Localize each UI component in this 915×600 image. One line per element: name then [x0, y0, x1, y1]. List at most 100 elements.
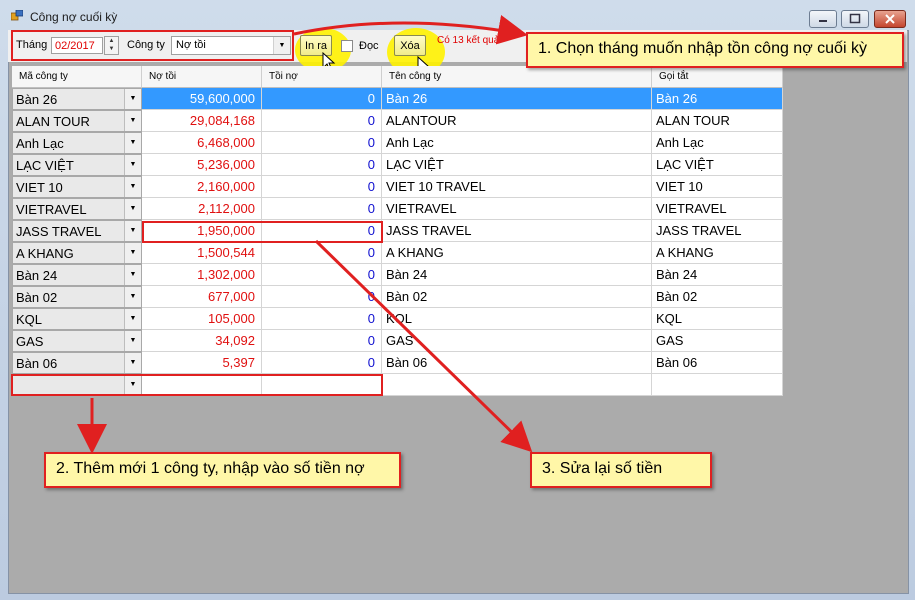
company-name-cell[interactable]: Bàn 02: [382, 286, 652, 308]
paid-cell[interactable]: 0: [262, 264, 382, 286]
company-name-cell[interactable]: A KHANG: [382, 242, 652, 264]
minimize-button[interactable]: [809, 10, 837, 28]
company-code-select[interactable]: GAS ▼: [12, 330, 142, 352]
table-row[interactable]: Bàn 06 ▼ 5,397 0 Bàn 06 Bàn 06: [12, 352, 783, 374]
delete-button[interactable]: Xóa: [394, 35, 426, 56]
company-name-cell[interactable]: JASS TRAVEL: [382, 220, 652, 242]
table-row[interactable]: A KHANG ▼ 1,500,544 0 A KHANG A KHANG: [12, 242, 783, 264]
company-name-cell[interactable]: KQL: [382, 308, 652, 330]
chevron-down-icon[interactable]: ▼: [124, 199, 141, 219]
debt-cell[interactable]: 34,092: [142, 330, 262, 352]
maximize-button[interactable]: [841, 10, 869, 28]
chevron-down-icon[interactable]: ▼: [124, 133, 141, 153]
column-header-debt[interactable]: Nợ tồi: [142, 66, 262, 88]
chevron-down-icon[interactable]: ▼: [124, 309, 141, 329]
table-row[interactable]: Bàn 24 ▼ 1,302,000 0 Bàn 24 Bàn 24: [12, 264, 783, 286]
paid-cell[interactable]: 0: [262, 176, 382, 198]
column-header-short[interactable]: Gọi tắt: [652, 66, 783, 88]
short-name-cell[interactable]: Bàn 02: [652, 286, 783, 308]
short-name-cell[interactable]: Bàn 26: [652, 88, 783, 110]
close-button[interactable]: [874, 10, 906, 28]
company-code-select[interactable]: ALAN TOUR ▼: [12, 110, 142, 132]
table-row[interactable]: Anh Lạc ▼ 6,468,000 0 Anh Lạc Anh Lạc: [12, 132, 783, 154]
company-code-select[interactable]: A KHANG ▼: [12, 242, 142, 264]
debt-cell[interactable]: 29,084,168: [142, 110, 262, 132]
company-name-cell[interactable]: VIETRAVEL: [382, 198, 652, 220]
chevron-down-icon[interactable]: ▼: [124, 265, 141, 285]
short-name-cell[interactable]: ALAN TOUR: [652, 110, 783, 132]
short-name-cell[interactable]: [652, 374, 783, 396]
chevron-down-icon[interactable]: ▼: [124, 331, 141, 351]
company-code-select[interactable]: Bàn 24 ▼: [12, 264, 142, 286]
debt-cell[interactable]: 2,160,000: [142, 176, 262, 198]
paid-cell[interactable]: 0: [262, 330, 382, 352]
chevron-down-icon[interactable]: ▼: [124, 111, 141, 131]
paid-cell[interactable]: 0: [262, 308, 382, 330]
paid-cell[interactable]: 0: [262, 132, 382, 154]
debt-cell[interactable]: 59,600,000: [142, 88, 262, 110]
company-name-cell[interactable]: Anh Lạc: [382, 132, 652, 154]
company-code-select[interactable]: VIETRAVEL ▼: [12, 198, 142, 220]
table-row[interactable]: LẠC VIỆT ▼ 5,236,000 0 LẠC VIỆT LẠC VIỆT: [12, 154, 783, 176]
debt-cell[interactable]: 105,000: [142, 308, 262, 330]
table-row[interactable]: Bàn 26 ▼ 59,600,000 0 Bàn 26 Bàn 26: [12, 88, 783, 110]
debt-cell[interactable]: 1,500,544: [142, 242, 262, 264]
table-row[interactable]: VIETRAVEL ▼ 2,112,000 0 VIETRAVEL VIETRAVEL: [12, 198, 783, 220]
column-header-name[interactable]: Tên công ty: [382, 66, 652, 88]
paid-cell[interactable]: 0: [262, 242, 382, 264]
company-name-cell[interactable]: LẠC VIỆT: [382, 154, 652, 176]
table-row[interactable]: GAS ▼ 34,092 0 GAS GAS: [12, 330, 783, 352]
chevron-down-icon[interactable]: ▼: [124, 177, 141, 197]
debt-cell[interactable]: 1,302,000: [142, 264, 262, 286]
debt-cell[interactable]: 677,000: [142, 286, 262, 308]
company-code-select[interactable]: Bàn 02 ▼: [12, 286, 142, 308]
title-bar[interactable]: Công nợ cuối kỳ: [0, 0, 915, 30]
company-code-select[interactable]: Bàn 26 ▼: [12, 88, 142, 110]
column-header-paid[interactable]: Tồi nợ: [262, 66, 382, 88]
company-code-select[interactable]: Bàn 06 ▼: [12, 352, 142, 374]
chevron-down-icon[interactable]: ▼: [124, 221, 141, 241]
paid-cell[interactable]: 0: [262, 198, 382, 220]
company-code-select[interactable]: Anh Lạc ▼: [12, 132, 142, 154]
company-name-cell[interactable]: ALANTOUR: [382, 110, 652, 132]
paid-cell[interactable]: 0: [262, 154, 382, 176]
chevron-down-icon[interactable]: ▼: [124, 155, 141, 175]
short-name-cell[interactable]: JASS TRAVEL: [652, 220, 783, 242]
company-code-select[interactable]: VIET 10 ▼: [12, 176, 142, 198]
company-name-cell[interactable]: [382, 374, 652, 396]
debt-cell[interactable]: 2,112,000: [142, 198, 262, 220]
company-name-cell[interactable]: Bàn 06: [382, 352, 652, 374]
short-name-cell[interactable]: Anh Lạc: [652, 132, 783, 154]
company-name-cell[interactable]: Bàn 24: [382, 264, 652, 286]
paid-cell[interactable]: 0: [262, 286, 382, 308]
chevron-down-icon[interactable]: ▼: [124, 353, 141, 373]
table-row[interactable]: JASS TRAVEL ▼ 1,950,000 0 JASS TRAVEL JASS TR…: [12, 220, 783, 242]
company-code-select[interactable]: KQL ▼: [12, 308, 142, 330]
table-row[interactable]: ALAN TOUR ▼ 29,084,168 0 ALANTOUR ALAN TOUR: [12, 110, 783, 132]
company-name-cell[interactable]: Bàn 26: [382, 88, 652, 110]
short-name-cell[interactable]: GAS: [652, 330, 783, 352]
short-name-cell[interactable]: Bàn 06: [652, 352, 783, 374]
table-row[interactable]: Bàn 02 ▼ 677,000 0 Bàn 02 Bàn 02: [12, 286, 783, 308]
table-row[interactable]: KQL ▼ 105,000 0 KQL KQL: [12, 308, 783, 330]
short-name-cell[interactable]: A KHANG: [652, 242, 783, 264]
short-name-cell[interactable]: KQL: [652, 308, 783, 330]
short-name-cell[interactable]: Bàn 24: [652, 264, 783, 286]
column-header-code[interactable]: Mã công ty: [12, 66, 142, 88]
short-name-cell[interactable]: VIETRAVEL: [652, 198, 783, 220]
table-row[interactable]: VIET 10 ▼ 2,160,000 0 VIET 10 TRAVEL VIET 10: [12, 176, 783, 198]
paid-cell[interactable]: 0: [262, 352, 382, 374]
short-name-cell[interactable]: VIET 10: [652, 176, 783, 198]
company-name-cell[interactable]: VIET 10 TRAVEL: [382, 176, 652, 198]
chevron-down-icon[interactable]: ▼: [124, 243, 141, 263]
chevron-down-icon[interactable]: ▼: [124, 89, 141, 109]
paid-cell[interactable]: 0: [262, 110, 382, 132]
debt-cell[interactable]: 6,468,000: [142, 132, 262, 154]
debt-cell[interactable]: 5,236,000: [142, 154, 262, 176]
debt-cell[interactable]: 5,397: [142, 352, 262, 374]
chevron-down-icon[interactable]: ▼: [124, 287, 141, 307]
company-code-select[interactable]: LẠC VIỆT ▼: [12, 154, 142, 176]
paid-cell[interactable]: 0: [262, 88, 382, 110]
company-code-select[interactable]: JASS TRAVEL ▼: [12, 220, 142, 242]
short-name-cell[interactable]: LẠC VIỆT: [652, 154, 783, 176]
